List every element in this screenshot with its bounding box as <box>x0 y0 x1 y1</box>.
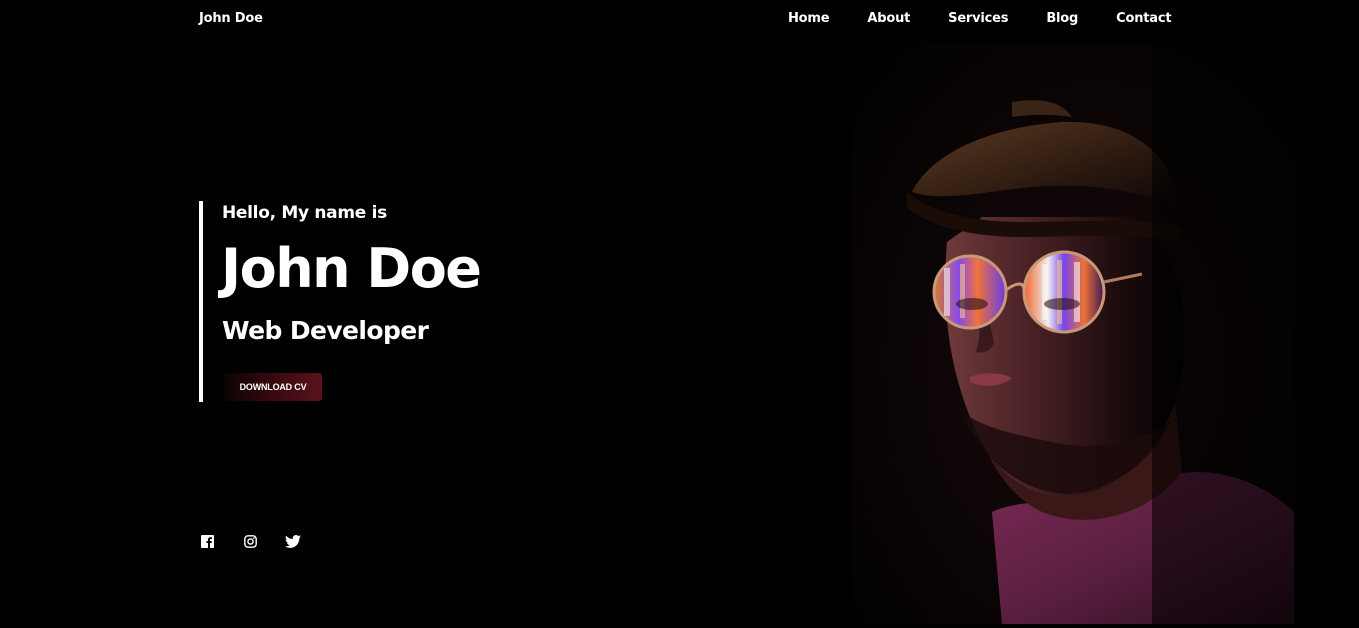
facebook-icon[interactable] <box>199 533 215 549</box>
navbar: John Doe Home About Services Blog Contac… <box>0 0 1359 40</box>
hero-accent-bar <box>199 201 203 402</box>
page: John Doe Home About Services Blog Contac… <box>0 0 1359 628</box>
nav-links: Home About Services Blog Contact <box>788 11 1172 26</box>
hero-name: John Doe <box>221 237 482 300</box>
brand-logo[interactable]: John Doe <box>199 11 263 26</box>
nav-link-blog[interactable]: Blog <box>1046 11 1078 26</box>
instagram-icon[interactable] <box>242 533 258 549</box>
twitter-icon[interactable] <box>285 533 301 549</box>
profile-photo <box>852 42 1294 624</box>
hero-greeting: Hello, My name is <box>222 203 387 223</box>
nav-link-about[interactable]: About <box>867 11 910 26</box>
hero-role: Web Developer <box>222 316 429 345</box>
download-cv-button[interactable]: DOWNLOAD CV <box>224 373 322 401</box>
nav-link-services[interactable]: Services <box>948 11 1008 26</box>
nav-link-home[interactable]: Home <box>788 11 830 26</box>
social-links <box>199 533 328 549</box>
nav-link-contact[interactable]: Contact <box>1116 11 1171 26</box>
